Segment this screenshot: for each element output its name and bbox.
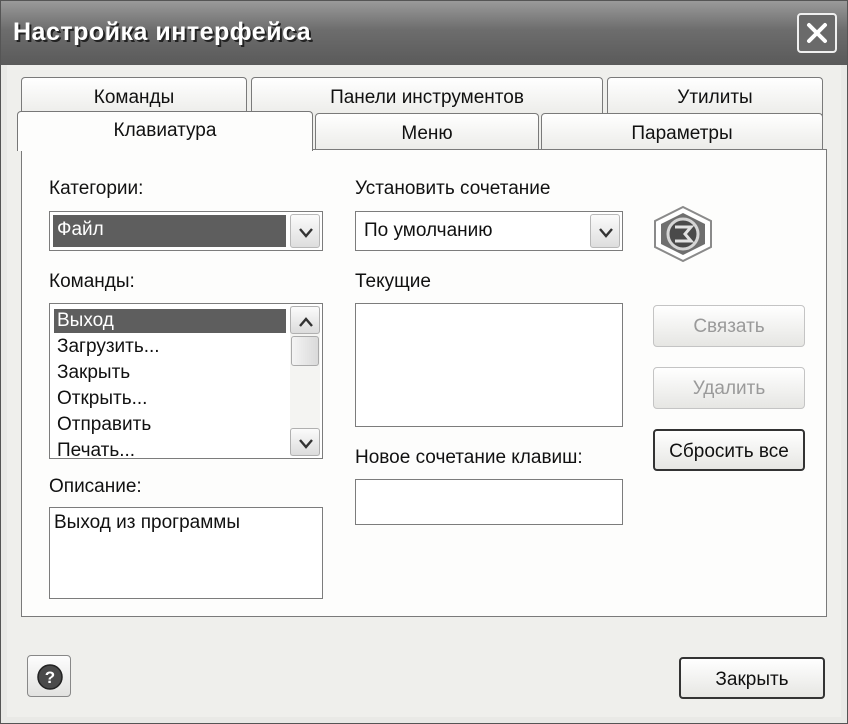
command-item-print[interactable]: Печать...: [54, 439, 286, 458]
chevron-up-icon: [299, 317, 313, 327]
customize-interface-dialog: Настройка интерфейса Команды Панели инст…: [0, 0, 848, 724]
categories-select[interactable]: Файл: [49, 211, 323, 251]
tab-keyboard[interactable]: Клавиатура: [17, 111, 313, 151]
command-item-close[interactable]: Закрыть: [54, 361, 286, 385]
commands-label: Команды:: [49, 271, 135, 292]
commands-listbox[interactable]: Выход Загрузить... Закрыть Открыть... От…: [49, 303, 323, 459]
current-shortcuts-list[interactable]: [355, 303, 623, 427]
new-combination-label: Новое сочетание клавиш:: [355, 447, 583, 468]
scroll-down-button[interactable]: [290, 428, 320, 456]
tab-menu[interactable]: Меню: [315, 113, 539, 151]
tab-commands-label: Команды: [93, 87, 175, 108]
close-button-label: Закрыть: [715, 669, 789, 690]
tab-menu-label: Меню: [401, 123, 453, 144]
current-label: Текущие: [355, 271, 431, 292]
description-text: Выход из программы: [54, 512, 241, 533]
set-combination-select[interactable]: По умолчанию: [355, 211, 623, 251]
command-item-load[interactable]: Загрузить...: [54, 335, 286, 359]
set-combination-dropdown-button[interactable]: [590, 214, 620, 248]
command-item-exit[interactable]: Выход: [54, 309, 286, 333]
tab-keyboard-label: Клавиатура: [113, 120, 217, 141]
help-button[interactable]: ?: [27, 655, 71, 697]
chevron-down-icon: [299, 439, 313, 449]
svg-text:?: ?: [45, 668, 55, 687]
tab-utilities-label: Утилиты: [677, 87, 753, 108]
command-item-send[interactable]: Отправить: [54, 413, 286, 437]
commands-scrollbar[interactable]: [290, 306, 320, 456]
reset-all-button-label: Сбросить все: [669, 441, 789, 462]
tab-toolbars-label: Панели инструментов: [330, 87, 524, 108]
close-window-button[interactable]: [797, 13, 837, 53]
categories-label: Категории:: [49, 178, 144, 199]
description-box: Выход из программы: [49, 507, 323, 599]
command-item-open[interactable]: Открыть...: [54, 387, 286, 411]
tab-parameters-label: Параметры: [631, 123, 733, 144]
bind-button-label: Связать: [693, 316, 765, 337]
new-combination-input[interactable]: [355, 479, 623, 525]
scroll-thumb[interactable]: [291, 336, 319, 366]
chevron-down-icon: [299, 228, 313, 238]
delete-button-label: Удалить: [692, 378, 766, 399]
categories-selected-value: Файл: [53, 215, 286, 247]
reset-all-button[interactable]: Сбросить все: [653, 429, 805, 471]
help-icon: ?: [37, 664, 63, 690]
app-logo-icon: [651, 205, 715, 263]
set-combination-value: По умолчанию: [364, 220, 493, 241]
window-title: Настройка интерфейса: [13, 18, 312, 46]
close-button[interactable]: Закрыть: [679, 657, 825, 699]
bind-button[interactable]: Связать: [653, 305, 805, 347]
description-label: Описание:: [49, 476, 142, 497]
tab-utilities[interactable]: Утилиты: [607, 77, 823, 117]
close-icon: [807, 23, 827, 43]
scroll-up-button[interactable]: [290, 306, 320, 334]
delete-button[interactable]: Удалить: [653, 367, 805, 409]
title-bar: Настройка интерфейса: [1, 1, 847, 65]
set-combination-label: Установить сочетание: [355, 178, 551, 199]
tab-parameters[interactable]: Параметры: [541, 113, 823, 151]
chevron-down-icon: [599, 228, 613, 238]
categories-dropdown-button[interactable]: [290, 214, 320, 248]
